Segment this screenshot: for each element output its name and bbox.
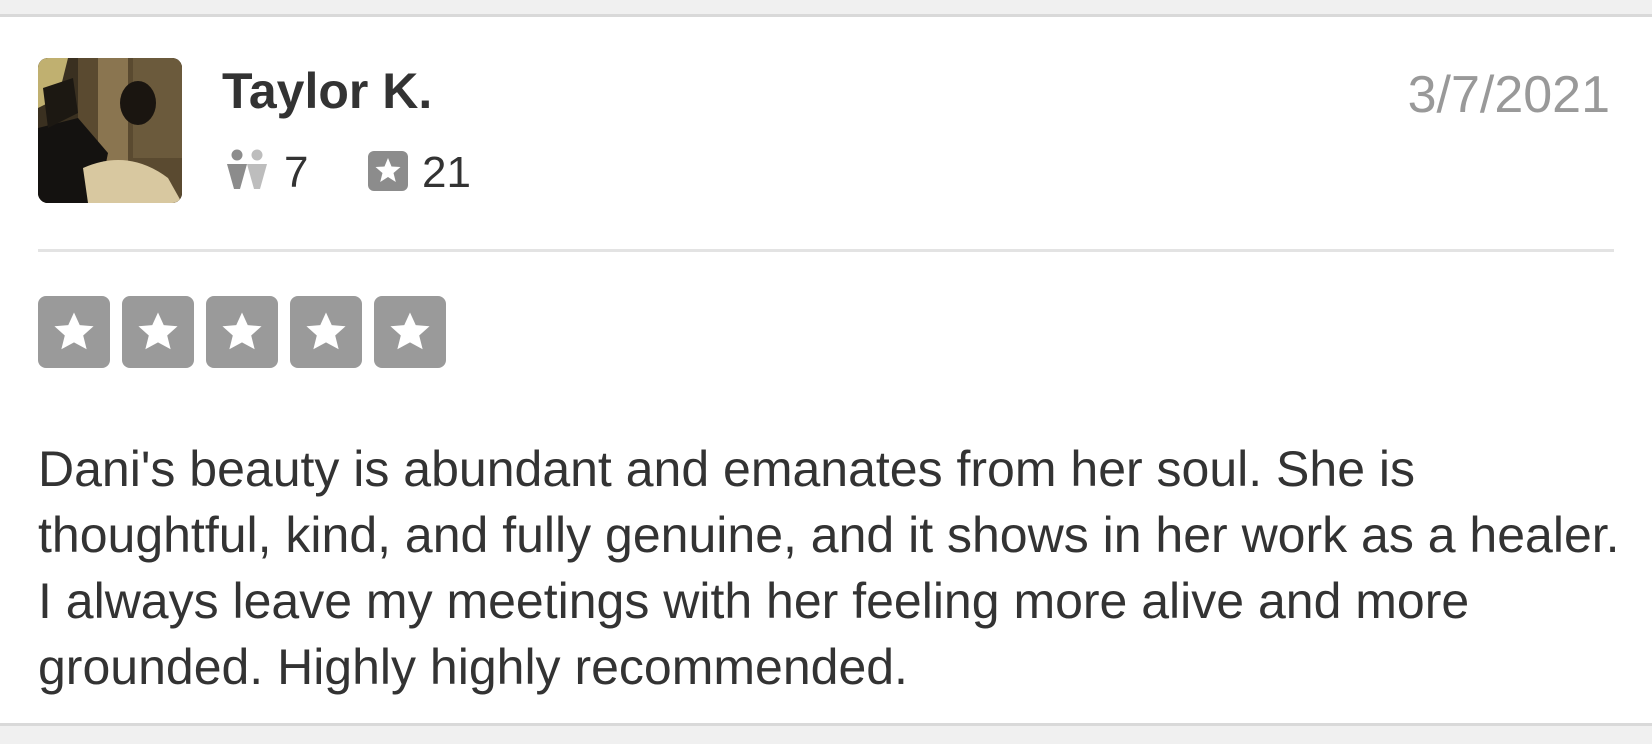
- divider: [38, 249, 1614, 252]
- star-icon: [54, 312, 94, 350]
- review-text: Dani's beauty is abundant and emanates f…: [38, 441, 1620, 695]
- friends-icon: [224, 149, 270, 198]
- review-star-icon: [368, 150, 408, 196]
- rating-star-box: [374, 296, 446, 368]
- review-count: 21: [422, 148, 471, 197]
- star-icon: [222, 312, 262, 350]
- star-icon: [306, 312, 346, 350]
- user-name[interactable]: Taylor K.: [222, 61, 432, 121]
- rating-star-box: [206, 296, 278, 368]
- star-icon: [390, 312, 430, 350]
- star-icon: [138, 312, 178, 350]
- rating-star-box: [122, 296, 194, 368]
- friend-count: 7: [284, 148, 309, 197]
- review-date: 3/7/2021: [1407, 66, 1610, 124]
- star-rating: [38, 296, 446, 368]
- rating-star-box: [38, 296, 110, 368]
- review-count-stat: 21: [368, 145, 471, 201]
- avatar-photo: [38, 58, 182, 203]
- review-card: Taylor K. 3/7/2021 7 21 Dani's beauty is…: [0, 14, 1652, 726]
- avatar[interactable]: [38, 58, 182, 203]
- rating-star-box: [290, 296, 362, 368]
- friend-count-stat: 7: [224, 145, 308, 201]
